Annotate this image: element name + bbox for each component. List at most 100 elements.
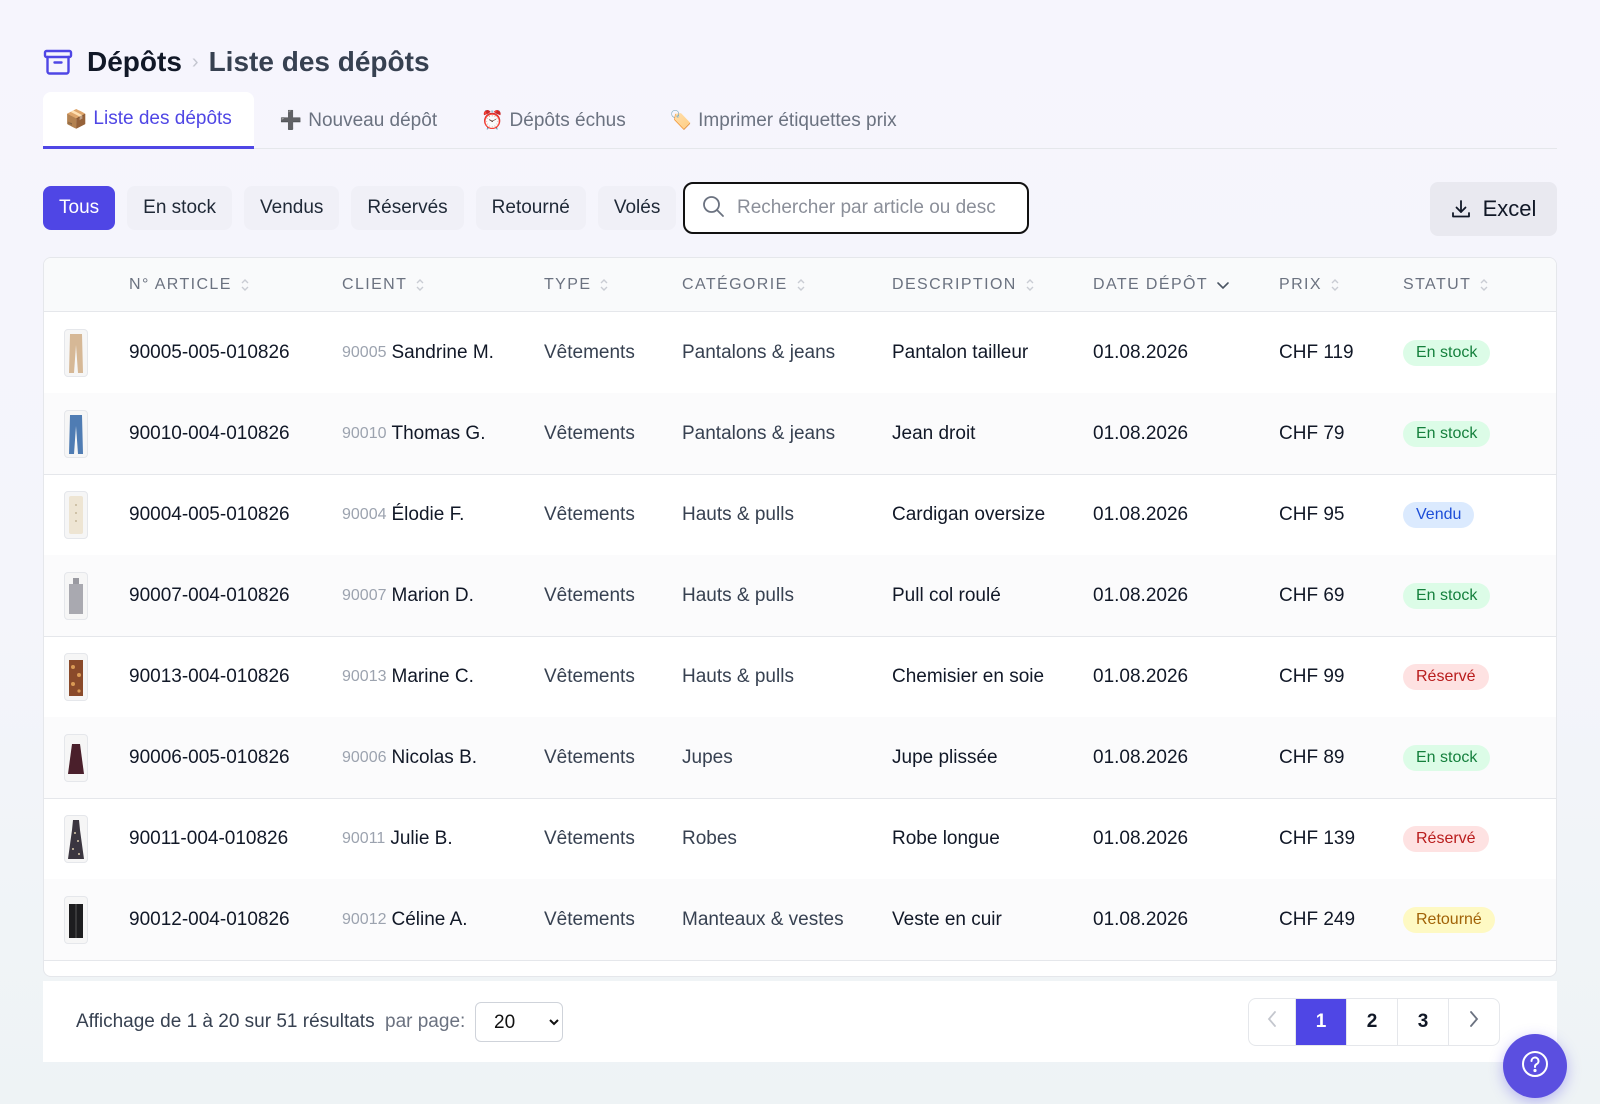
filter-retourne[interactable]: Retourné	[475, 186, 586, 230]
status-cell: En stock	[1403, 393, 1491, 475]
article-number: 90004-005-010826	[129, 504, 290, 525]
status-cell: En stock	[1403, 717, 1491, 799]
filter-en-stock[interactable]: En stock	[127, 186, 233, 230]
excel-export-button[interactable]: Excel	[1430, 182, 1557, 236]
item-type: Vêtements	[544, 666, 635, 687]
column-header-categorie[interactable]: CATÉGORIE	[682, 258, 806, 312]
client-cell: 90007 Marion D.	[342, 555, 474, 637]
table-row[interactable]: 90013-004-010826 90013 Marine C. Vêtements H…	[44, 636, 1556, 718]
status-badge: En stock	[1403, 421, 1491, 447]
deposit-date: 01.08.2026	[1093, 342, 1189, 363]
tab-nouveau-depot[interactable]: ➕ Nouveau dépôt	[258, 92, 459, 149]
sort-icon	[240, 278, 250, 292]
item-category: Pantalons & jeans	[682, 423, 836, 444]
client-id: 90005	[342, 344, 387, 361]
client-cell: 90013 Marine C.	[342, 636, 474, 718]
item-price: CHF 99	[1279, 666, 1345, 687]
page-3-button[interactable]: 3	[1397, 999, 1448, 1045]
column-label: DATE DÉPÔT	[1093, 276, 1209, 293]
tab-depots-echus[interactable]: ⏰ Dépôts échus	[459, 92, 648, 149]
column-label: CLIENT	[342, 276, 408, 293]
column-header-statut[interactable]: STATUT	[1403, 258, 1489, 312]
article-number: 90012-004-010826	[129, 909, 290, 930]
status-badge: Vendu	[1403, 502, 1475, 528]
item-category: Manteaux & vestes	[682, 909, 844, 930]
item-thumbnail[interactable]	[64, 653, 88, 701]
article-number: 90007-004-010826	[129, 585, 290, 606]
table-row[interactable]: 90011-004-010826 90011 Julie B. Vêtements Ro…	[44, 798, 1556, 880]
results-info: Affichage de 1 à 20 sur 51 résultats	[76, 1010, 375, 1032]
table-row[interactable]: 90004-005-010826 90004 Élodie F. Vêtements H…	[44, 474, 1556, 556]
item-description: Jean droit	[892, 423, 976, 444]
item-type: Vêtements	[544, 585, 635, 606]
help-button[interactable]	[1503, 1034, 1567, 1098]
client-name: Nicolas B.	[391, 747, 478, 768]
table-row[interactable]: 90010-004-010826 90010 Thomas G. Vêtements P…	[44, 393, 1556, 475]
sort-icon	[796, 278, 806, 292]
client-cell: 90005 Sandrine M.	[342, 312, 494, 394]
column-label: CATÉGORIE	[682, 276, 788, 293]
page-2-button[interactable]: 2	[1346, 999, 1397, 1045]
search-box[interactable]	[683, 182, 1029, 234]
column-header-date-depot[interactable]: DATE DÉPÔT	[1093, 258, 1230, 312]
filter-vendus[interactable]: Vendus	[244, 186, 340, 230]
item-description: Robe longue	[892, 828, 1000, 849]
item-category: Pantalons & jeans	[682, 342, 836, 363]
filter-voles[interactable]: Volés	[597, 186, 677, 230]
item-thumbnail[interactable]	[64, 572, 88, 620]
filter-tous[interactable]: Tous	[43, 186, 116, 230]
table-row[interactable]: 90005-005-010826 90005 Sandrine M. Vêtement…	[44, 312, 1556, 394]
table-row[interactable]: 90007-004-010826 90007 Marion D. Vêtements H…	[44, 555, 1556, 637]
item-description: Chemisier en soie	[892, 666, 1045, 687]
previous-page-button[interactable]	[1249, 999, 1295, 1045]
item-category: Hauts & pulls	[682, 666, 794, 687]
item-type: Vêtements	[544, 504, 635, 525]
item-price: CHF 89	[1279, 747, 1345, 768]
item-thumbnail[interactable]	[64, 734, 88, 782]
table-row[interactable]: 90006-005-010826 90006 Nicolas B. Vêtements…	[44, 717, 1556, 799]
item-thumbnail[interactable]	[64, 410, 88, 458]
plus-icon: ➕	[279, 110, 303, 130]
tab-label: Nouveau dépôt	[308, 109, 438, 131]
item-category: Jupes	[682, 747, 733, 768]
column-header-description[interactable]: DESCRIPTION	[892, 258, 1035, 312]
client-name: Marion D.	[391, 585, 474, 606]
item-thumbnail[interactable]	[64, 896, 88, 944]
breadcrumb-root[interactable]: Dépôts	[87, 46, 182, 78]
label-tag-icon: 🏷️	[669, 110, 693, 130]
tab-liste-des-depots[interactable]: 📦 Liste des dépôts	[43, 92, 254, 149]
column-header-prix[interactable]: PRIX	[1279, 258, 1340, 312]
item-thumbnail[interactable]	[64, 815, 88, 863]
next-page-button[interactable]	[1448, 999, 1499, 1045]
client-cell: 90006 Nicolas B.	[342, 717, 477, 799]
status-cell: Réservé	[1403, 798, 1489, 880]
column-header-article[interactable]: N° ARTICLE	[129, 258, 250, 312]
per-page-select[interactable]: 102050100	[475, 1002, 563, 1042]
filter-reserves[interactable]: Réservés	[351, 186, 464, 230]
alarm-clock-icon: ⏰	[481, 110, 504, 130]
item-thumbnail[interactable]	[64, 329, 88, 377]
column-header-client[interactable]: CLIENT	[342, 258, 425, 312]
page-header: Dépôts › Liste des dépôts	[43, 44, 430, 80]
tab-label: Liste des dépôts	[93, 108, 232, 129]
item-thumbnail[interactable]	[64, 491, 88, 539]
table-row[interactable]: 90012-004-010826 90012 Céline A. Vêtements M…	[44, 879, 1556, 961]
sort-icon	[599, 278, 609, 292]
page-1-button[interactable]: 1	[1295, 999, 1346, 1045]
client-name: Marine C.	[391, 666, 474, 687]
item-description: Pantalon tailleur	[892, 342, 1029, 363]
sort-icon	[415, 278, 425, 292]
search-input[interactable]	[737, 197, 997, 219]
client-cell: 90011 Julie B.	[342, 798, 453, 880]
client-id: 90007	[342, 587, 387, 604]
item-category: Robes	[682, 828, 737, 849]
deposit-date: 01.08.2026	[1093, 585, 1189, 606]
status-cell: En stock	[1403, 555, 1491, 637]
client-id: 90012	[342, 911, 387, 928]
tab-imprimer-etiquettes[interactable]: 🏷️ Imprimer étiquettes prix	[648, 92, 919, 149]
item-price: CHF 139	[1279, 828, 1356, 849]
deposit-date: 01.08.2026	[1093, 747, 1189, 768]
package-icon: 📦	[65, 108, 88, 129]
column-header-type[interactable]: TYPE	[544, 258, 609, 312]
item-type: Vêtements	[544, 747, 635, 768]
